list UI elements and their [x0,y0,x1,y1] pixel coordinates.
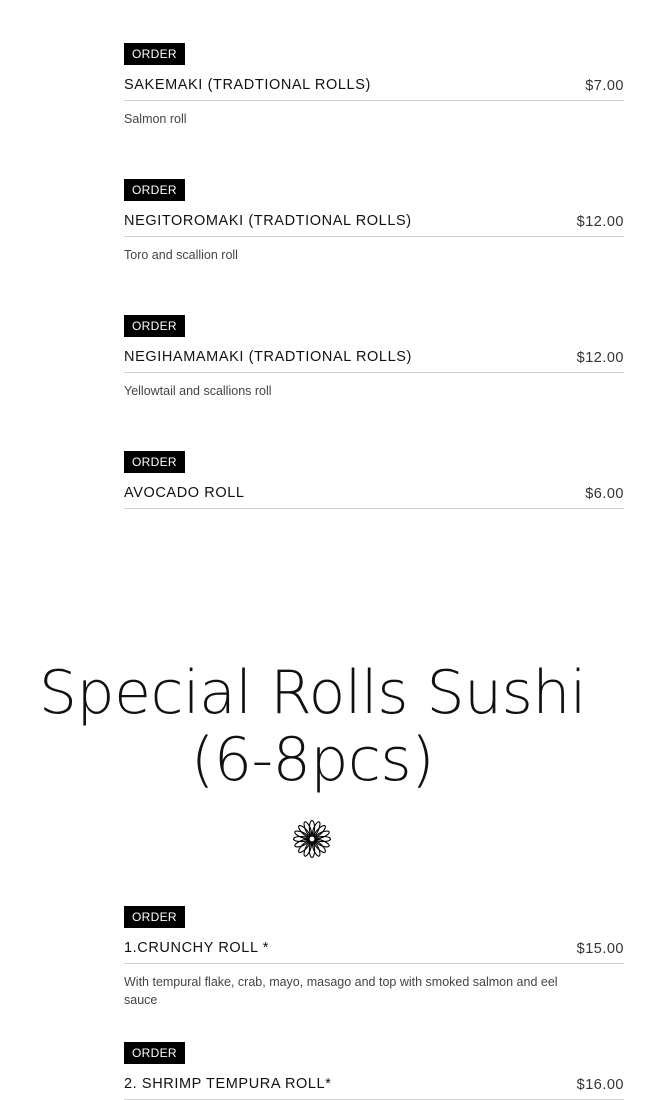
section-title: Special Rolls Sushi (6-8pcs) [38,658,587,795]
menu-item: ORDER NEGIHAMAMAKI (TRADTIONAL ROLLS) $1… [124,315,624,400]
order-button[interactable]: ORDER [124,315,185,337]
order-button[interactable]: ORDER [124,906,185,928]
menu-item: ORDER SAKEMAKI (TRADTIONAL ROLLS) $7.00 … [124,43,624,128]
item-header: 1.CRUNCHY ROLL * $15.00 [124,940,624,964]
item-description: Salmon roll [124,112,187,126]
item-description: Yellowtail and scallions roll [124,384,272,398]
item-price: $16.00 [576,1077,624,1093]
item-price: $7.00 [585,78,624,94]
item-name: 2. SHRIMP TEMPURA ROLL* [124,1076,332,1092]
item-header: NEGIHAMAMAKI (TRADTIONAL ROLLS) $12.00 [124,349,624,373]
order-button[interactable]: ORDER [124,179,185,201]
item-name: 1.CRUNCHY ROLL * [124,940,269,956]
item-price: $15.00 [576,941,624,957]
menu-item: ORDER NEGITOROMAKI (TRADTIONAL ROLLS) $1… [124,179,624,264]
item-name: NEGIHAMAMAKI (TRADTIONAL ROLLS) [124,349,412,365]
item-price: $12.00 [576,350,624,366]
item-name: NEGITOROMAKI (TRADTIONAL ROLLS) [124,213,412,229]
item-price: $6.00 [585,486,624,502]
item-name: SAKEMAKI (TRADTIONAL ROLLS) [124,77,371,93]
flower-ornament-icon [292,819,332,859]
order-button[interactable]: ORDER [124,451,185,473]
item-header: 2. SHRIMP TEMPURA ROLL* $16.00 [124,1076,624,1100]
item-description: Toro and scallion roll [124,248,238,262]
menu-item: ORDER 1.CRUNCHY ROLL * $15.00 With tempu… [124,906,624,1009]
item-header: NEGITOROMAKI (TRADTIONAL ROLLS) $12.00 [124,213,624,237]
menu-item: ORDER 2. SHRIMP TEMPURA ROLL* $16.00 [124,1042,624,1100]
item-price: $12.00 [576,214,624,230]
order-button[interactable]: ORDER [124,1042,185,1064]
item-name: AVOCADO ROLL [124,485,245,501]
item-header: AVOCADO ROLL $6.00 [124,485,624,509]
order-button[interactable]: ORDER [124,43,185,65]
menu-item: ORDER AVOCADO ROLL $6.00 [124,451,624,509]
item-header: SAKEMAKI (TRADTIONAL ROLLS) $7.00 [124,77,624,101]
item-description: With tempural flake, crab, mayo, masago … [124,975,558,1007]
